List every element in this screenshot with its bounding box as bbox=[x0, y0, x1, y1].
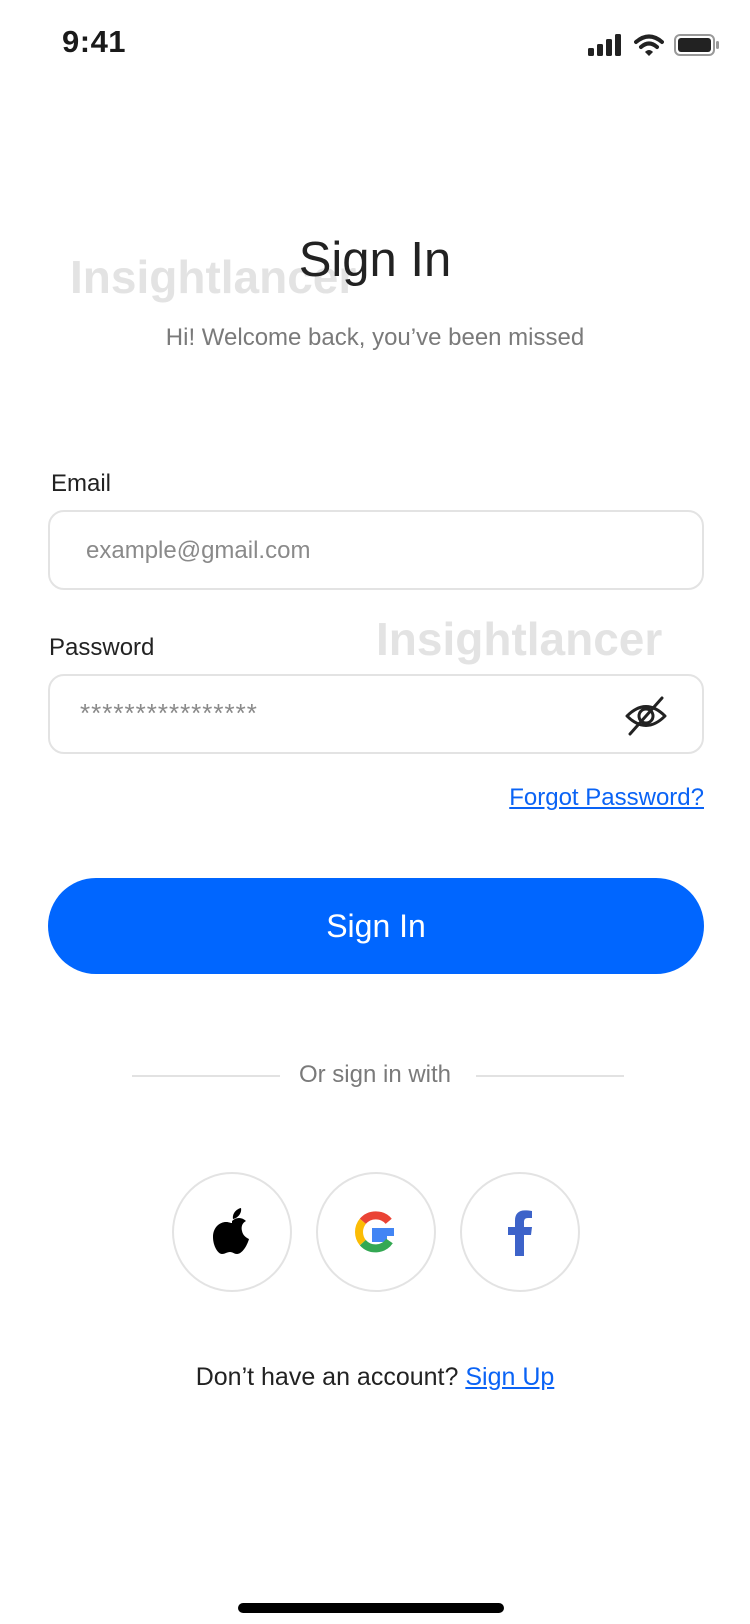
battery-icon bbox=[674, 34, 719, 56]
sign-in-button[interactable]: Sign In bbox=[48, 878, 704, 974]
email-label: Email bbox=[51, 470, 112, 497]
signal-icon bbox=[588, 34, 621, 56]
google-sign-in-button[interactable] bbox=[316, 1172, 436, 1292]
password-label: Password bbox=[49, 634, 155, 661]
sign-up-link[interactable]: Sign Up bbox=[465, 1363, 554, 1391]
signup-prompt-text: Don’t have an account? bbox=[195, 1363, 459, 1391]
signup-prompt: Don’t have an account? Sign Up bbox=[0, 1363, 750, 1392]
email-field-container bbox=[48, 510, 704, 590]
email-field[interactable] bbox=[84, 512, 628, 590]
page-title: Sign In bbox=[298, 233, 452, 287]
password-value: **************** bbox=[80, 698, 258, 728]
home-indicator bbox=[238, 1603, 504, 1613]
eye-off-icon[interactable] bbox=[624, 694, 668, 738]
google-icon bbox=[355, 1211, 394, 1253]
password-field[interactable]: **************** bbox=[48, 674, 704, 754]
divider-label-container: Or sign in with bbox=[0, 1061, 750, 1089]
status-icons bbox=[588, 32, 720, 58]
divider-label: Or sign in with bbox=[284, 1061, 466, 1088]
watermark: Insightlancer bbox=[376, 613, 663, 665]
facebook-sign-in-button[interactable] bbox=[460, 1172, 580, 1292]
apple-icon bbox=[213, 1208, 249, 1254]
status-time: 9:41 bbox=[62, 24, 127, 59]
page-subtitle: Hi! Welcome back, you’ve been missed bbox=[165, 324, 585, 351]
wifi-icon bbox=[634, 34, 664, 56]
forgot-password-link[interactable]: Forgot Password? bbox=[509, 784, 704, 812]
facebook-icon bbox=[508, 1210, 532, 1256]
apple-sign-in-button[interactable] bbox=[172, 1172, 292, 1292]
